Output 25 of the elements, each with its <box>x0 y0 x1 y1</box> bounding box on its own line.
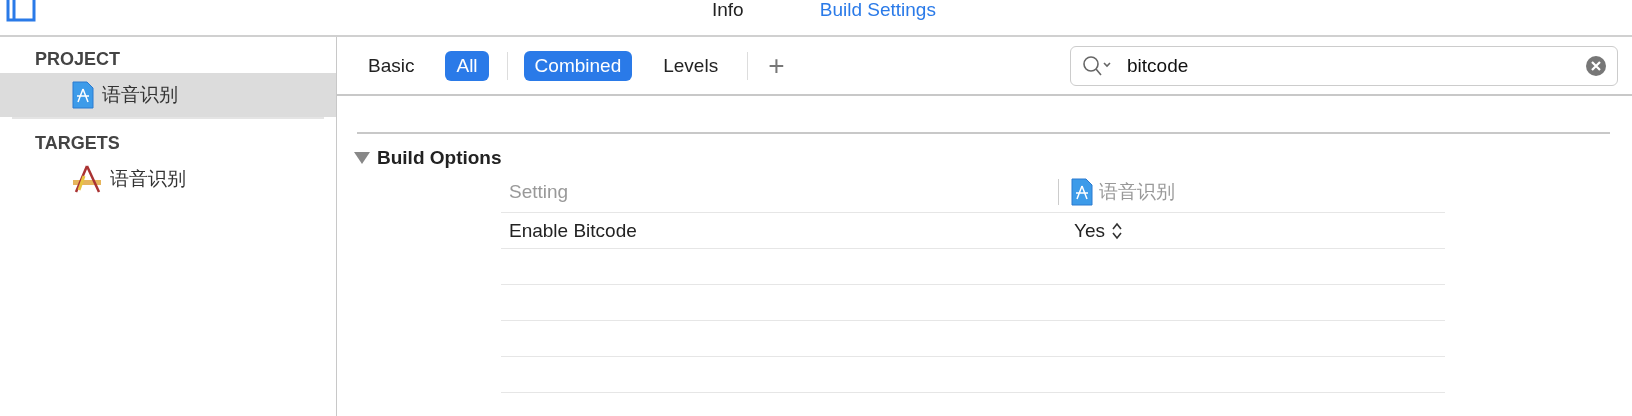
app-document-icon <box>1071 178 1093 206</box>
column-header: Setting <box>508 181 570 203</box>
search-icon <box>1082 54 1114 77</box>
sidebar-section-title: TARGETS <box>34 132 121 155</box>
app-document-icon <box>72 81 94 109</box>
editor-tab[interactable]: Build Settings <box>819 0 936 21</box>
setting-value: Yes <box>1074 219 1105 242</box>
app-ruler-icon <box>72 164 102 194</box>
up-down-arrows-icon[interactable] <box>1111 221 1123 240</box>
column-header: 语音识别 <box>1099 180 1175 204</box>
sidebar-section-title: PROJECT <box>34 48 122 71</box>
sidebar-item[interactable]: 语音识别 <box>0 73 336 117</box>
setting-name: Enable Bitcode <box>508 219 638 242</box>
search-field[interactable]: bitcode <box>1070 45 1618 86</box>
section-title: Build Options <box>377 147 502 169</box>
editor-tab[interactable]: Info <box>712 0 744 21</box>
filter-button[interactable]: Levels <box>652 50 730 81</box>
add-button[interactable]: + <box>764 49 789 82</box>
filter-button[interactable]: Basic <box>357 50 426 81</box>
filter-button[interactable]: Combined <box>523 50 633 81</box>
sidebar-item[interactable]: 语音识别 <box>0 157 336 201</box>
disclosure-triangle-icon[interactable] <box>353 151 371 165</box>
sidebar-toggle-icon[interactable] <box>6 0 36 22</box>
filter-button[interactable]: All <box>445 50 489 81</box>
clear-icon[interactable] <box>1586 55 1606 76</box>
